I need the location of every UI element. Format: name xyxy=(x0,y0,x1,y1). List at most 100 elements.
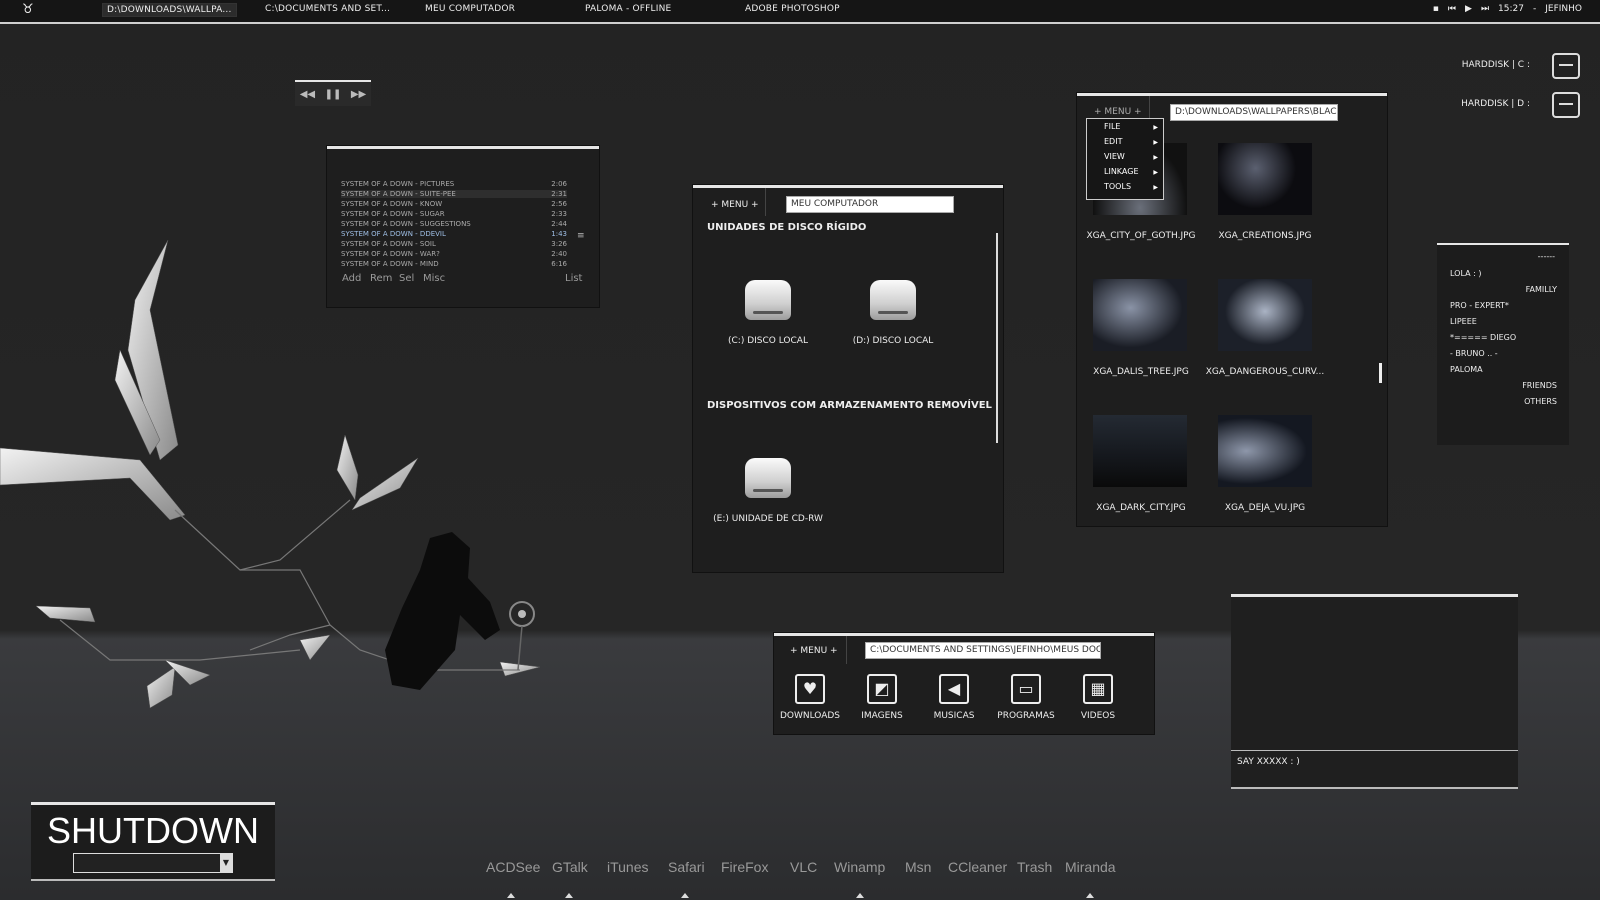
menu-button[interactable]: + MENU + xyxy=(790,646,838,656)
file-label[interactable]: XGA_CREATIONS.JPG xyxy=(1195,231,1335,241)
menu-button[interactable]: + MENU + xyxy=(711,200,759,210)
contact-list-header: ------ xyxy=(1537,252,1555,261)
dock-item-gtalk[interactable]: GTalk xyxy=(552,859,588,875)
taskbar-item-my-computer[interactable]: MEU COMPUTADOR xyxy=(425,4,515,14)
thumbnail-creations[interactable] xyxy=(1218,143,1312,215)
dock-item-msn[interactable]: Msn xyxy=(905,859,931,875)
menu-item-edit[interactable]: EDIT xyxy=(1104,137,1122,146)
file-label[interactable]: XGA_DEJA_VU.JPG xyxy=(1195,503,1335,513)
file-label[interactable]: XGA_DALIS_TREE.JPG xyxy=(1071,367,1211,377)
menu-item-view[interactable]: VIEW xyxy=(1104,152,1125,161)
playlist-track[interactable]: SYSTEM OF A DOWN - KNOW 2:56 xyxy=(341,200,567,208)
next-track-icon[interactable]: ⏭ xyxy=(1481,4,1489,14)
contact-item[interactable]: PRO - EXPERT* xyxy=(1450,301,1509,310)
contact-item[interactable]: LIPEEE xyxy=(1450,317,1477,326)
dock-item-itunes[interactable]: iTunes xyxy=(607,859,649,875)
harddisk-icon[interactable] xyxy=(1552,53,1580,79)
dock-item-firefox[interactable]: FireFox xyxy=(721,859,768,875)
folder-musicas[interactable]: ◀ MUSICAS xyxy=(918,674,990,721)
playlist-track[interactable]: SYSTEM OF A DOWN - SUGGESTIONS 2:44 xyxy=(341,220,567,228)
harddisk-c-label[interactable]: HARDDISK | C : xyxy=(1462,60,1530,70)
previous-track-icon[interactable]: ⏮ xyxy=(1448,4,1456,14)
playlist-add-button[interactable]: Add xyxy=(342,273,361,284)
menu-button[interactable]: + MENU + xyxy=(1094,107,1142,117)
playlist-track[interactable]: SYSTEM OF A DOWN - SUITE-PEE 2:31 xyxy=(341,190,567,198)
thumbnail-deja-vu[interactable] xyxy=(1218,415,1312,487)
menu-item-file[interactable]: FILE xyxy=(1104,122,1120,131)
contact-item[interactable]: PALOMA xyxy=(1450,365,1483,374)
bull-logo-icon[interactable]: ♉ xyxy=(22,2,34,17)
scrollbar[interactable] xyxy=(1379,363,1382,383)
rewind-icon[interactable]: ◀◀ xyxy=(300,89,315,100)
address-bar[interactable]: D:\DOWNLOADS\WALLPAPERS\BLAC xyxy=(1170,104,1338,121)
dock-item-ccleaner[interactable]: CCleaner xyxy=(948,859,1007,875)
play-icon[interactable]: ▶ xyxy=(1465,4,1472,14)
hard-drive-icon xyxy=(745,280,791,320)
fast-forward-icon[interactable]: ▶▶ xyxy=(351,89,366,100)
folder-downloads[interactable]: ♥ DOWNLOADS xyxy=(774,674,846,721)
playlist-select-button[interactable]: Sel xyxy=(399,273,414,284)
contact-group[interactable]: FRIENDS xyxy=(1522,381,1557,390)
folder-imagens[interactable]: ◩ IMAGENS xyxy=(846,674,918,721)
submenu-arrow-icon: ▶ xyxy=(1153,184,1158,191)
speaker-icon: ◀ xyxy=(939,674,969,704)
contact-group[interactable]: FAMILLY xyxy=(1526,285,1557,294)
drive-label: (C:) DISCO LOCAL xyxy=(728,336,808,346)
taskbar-item-paloma[interactable]: PALOMA - OFFLINE xyxy=(585,4,671,14)
drive-e[interactable]: (E:) UNIDADE DE CD-RW xyxy=(713,458,823,524)
menu-item-tools[interactable]: TOOLS xyxy=(1104,182,1131,191)
submenu-arrow-icon: ▶ xyxy=(1153,154,1158,161)
chevron-down-icon[interactable]: ▼ xyxy=(220,854,232,872)
address-bar[interactable]: MEU COMPUTADOR xyxy=(786,196,954,213)
menu-item-linkage[interactable]: LINKAGE xyxy=(1104,167,1139,176)
taskbar-item-downloads[interactable]: D:\DOWNLOADS\WALLPA... xyxy=(102,3,237,17)
harddisk-icon[interactable] xyxy=(1552,92,1580,118)
shutdown-option-select[interactable]: ▼ xyxy=(73,853,233,873)
pause-icon[interactable]: ❚❚ xyxy=(325,89,342,100)
folder-label: DOWNLOADS xyxy=(779,711,841,721)
file-label[interactable]: XGA_DANGEROUS_CURV... xyxy=(1195,367,1335,377)
running-indicator xyxy=(1086,893,1094,898)
playlist-scroll-grip-icon[interactable]: ≡ xyxy=(577,231,585,241)
playlist-track[interactable]: SYSTEM OF A DOWN - WAR? 2:40 xyxy=(341,250,567,258)
stop-icon[interactable]: ▪ xyxy=(1433,4,1439,14)
playlist-track[interactable]: SYSTEM OF A DOWN - MIND 6:16 xyxy=(341,260,567,268)
file-label[interactable]: XGA_CITY_OF_GOTH.JPG xyxy=(1071,231,1211,241)
folder-shortcuts-window: + MENU + C:\DOCUMENTS AND SETTINGS\JEFIN… xyxy=(774,633,1154,734)
playlist-track-current[interactable]: SYSTEM OF A DOWN - DDEVIL 1:43 xyxy=(341,230,567,238)
thumbnail-dark-city[interactable] xyxy=(1093,415,1187,487)
dock-item-winamp[interactable]: Winamp xyxy=(834,859,885,875)
harddisk-d-label[interactable]: HARDDISK | D : xyxy=(1461,99,1530,109)
folder-videos[interactable]: ▦ VIDEOS xyxy=(1062,674,1134,721)
playlist-remove-button[interactable]: Rem xyxy=(370,273,392,284)
scrollbar[interactable] xyxy=(996,233,998,443)
shutdown-title[interactable]: SHUTDOWN xyxy=(31,810,275,852)
file-label[interactable]: XGA_DARK_CITY.JPG xyxy=(1071,503,1211,513)
dock-item-trash[interactable]: Trash xyxy=(1017,859,1052,875)
user-name[interactable]: JEFINHO xyxy=(1545,4,1582,14)
playlist-track[interactable]: SYSTEM OF A DOWN - SUGAR 2:33 xyxy=(341,210,567,218)
submenu-arrow-icon: ▶ xyxy=(1153,169,1158,176)
thumbnail-dalis-tree[interactable] xyxy=(1093,279,1187,351)
drive-d[interactable]: (D:) DISCO LOCAL xyxy=(838,280,948,346)
folder-programas[interactable]: ▭ PROGRAMAS xyxy=(990,674,1062,721)
playlist-misc-button[interactable]: Misc xyxy=(423,273,445,284)
contact-item[interactable]: - BRUNO .. - xyxy=(1450,349,1498,358)
taskbar-item-photoshop[interactable]: ADOBE PHOTOSHOP xyxy=(745,4,840,14)
playlist-list-button[interactable]: List xyxy=(565,273,582,284)
contact-item[interactable]: *===== DIEGO xyxy=(1450,333,1516,342)
taskbar-item-documents[interactable]: C:\DOCUMENTS AND SET... xyxy=(265,4,390,14)
dock-item-safari[interactable]: Safari xyxy=(668,859,705,875)
playlist-track[interactable]: SYSTEM OF A DOWN - PICTURES 2:06 xyxy=(341,180,567,188)
playlist-track[interactable]: SYSTEM OF A DOWN - SOIL 3:26 xyxy=(341,240,567,248)
address-bar[interactable]: C:\DOCUMENTS AND SETTINGS\JEFINHO\MEUS D… xyxy=(865,642,1101,659)
dock-item-acdsee[interactable]: ACDSee xyxy=(486,859,540,875)
contact-group[interactable]: OTHERS xyxy=(1524,397,1557,406)
dock-item-miranda[interactable]: Miranda xyxy=(1065,859,1116,875)
chat-status-message[interactable]: SAY XXXXX : ) xyxy=(1237,757,1300,767)
thumbnail-dangerous-curves[interactable] xyxy=(1218,279,1312,351)
running-indicator xyxy=(565,893,573,898)
contact-item[interactable]: LOLA : ) xyxy=(1450,269,1481,278)
dock-item-vlc[interactable]: VLC xyxy=(790,859,817,875)
drive-c[interactable]: (C:) DISCO LOCAL xyxy=(713,280,823,346)
